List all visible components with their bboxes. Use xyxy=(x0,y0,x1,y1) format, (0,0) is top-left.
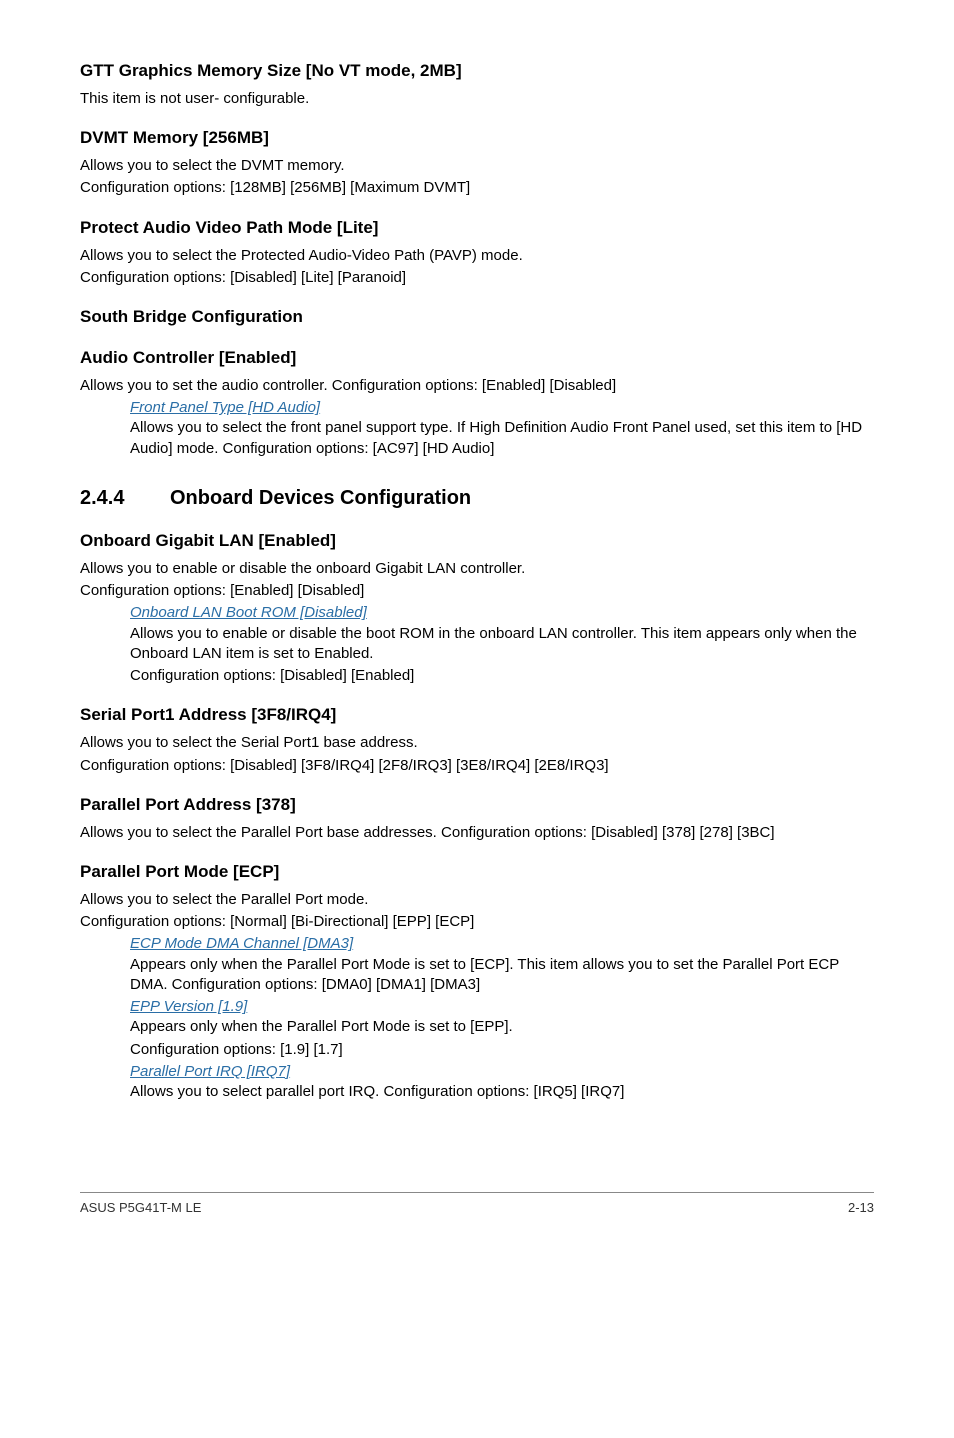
footer-left: ASUS P5G41T-M LE xyxy=(80,1199,201,1217)
text-pmode-l1: Allows you to select the Parallel Port m… xyxy=(80,890,874,910)
footer-right: 2-13 xyxy=(848,1199,874,1217)
subtitle-lan-boot-rom: Onboard LAN Boot ROM [Disabled] xyxy=(130,603,874,623)
text-audio-l1: Allows you to set the audio controller. … xyxy=(80,376,874,396)
text-lan-boot-l1: Allows you to enable or disable the boot… xyxy=(130,624,874,665)
sub-front-panel: Front Panel Type [HD Audio] Allows you t… xyxy=(80,398,874,459)
heading-dvmt: DVMT Memory [256MB] xyxy=(80,127,874,150)
heading-parallel-mode: Parallel Port Mode [ECP] xyxy=(80,861,874,884)
section-title: Onboard Devices Configuration xyxy=(170,485,471,512)
text-ecp-dma: Appears only when the Parallel Port Mode… xyxy=(130,955,874,996)
text-lan-l1: Allows you to enable or disable the onbo… xyxy=(80,559,874,579)
page-footer: ASUS P5G41T-M LE 2-13 xyxy=(80,1192,874,1217)
heading-pavp: Protect Audio Video Path Mode [Lite] xyxy=(80,217,874,240)
text-pavp-l1: Allows you to select the Protected Audio… xyxy=(80,246,874,266)
text-gtt-desc: This item is not user- configurable. xyxy=(80,89,874,109)
text-dvmt-l1: Allows you to select the DVMT memory. xyxy=(80,156,874,176)
section-number: 2.4.4 xyxy=(80,485,170,512)
text-parallel-irq: Allows you to select parallel port IRQ. … xyxy=(130,1082,874,1102)
subtitle-parallel-irq: Parallel Port IRQ [IRQ7] xyxy=(130,1062,874,1082)
text-parallel-addr: Allows you to select the Parallel Port b… xyxy=(80,823,874,843)
text-lan-boot-l2: Configuration options: [Disabled] [Enabl… xyxy=(130,666,874,686)
subtitle-epp-version: EPP Version [1.9] xyxy=(130,997,874,1017)
text-serial-l2: Configuration options: [Disabled] [3F8/I… xyxy=(80,756,874,776)
text-pmode-l2: Configuration options: [Normal] [Bi-Dire… xyxy=(80,912,874,932)
sub-lan-boot-rom: Onboard LAN Boot ROM [Disabled] Allows y… xyxy=(80,603,874,686)
text-lan-l2: Configuration options: [Enabled] [Disabl… xyxy=(80,581,874,601)
heading-south-bridge: South Bridge Configuration xyxy=(80,306,874,329)
heading-gtt: GTT Graphics Memory Size [No VT mode, 2M… xyxy=(80,60,874,83)
text-epp-l2: Configuration options: [1.9] [1.7] xyxy=(130,1040,874,1060)
heading-audio-controller: Audio Controller [Enabled] xyxy=(80,347,874,370)
sub-ecp-dma: ECP Mode DMA Channel [DMA3] Appears only… xyxy=(80,934,874,1102)
heading-gigabit-lan: Onboard Gigabit LAN [Enabled] xyxy=(80,530,874,553)
text-dvmt-l2: Configuration options: [128MB] [256MB] [… xyxy=(80,178,874,198)
heading-serial-port: Serial Port1 Address [3F8/IRQ4] xyxy=(80,704,874,727)
text-pavp-l2: Configuration options: [Disabled] [Lite]… xyxy=(80,268,874,288)
heading-parallel-address: Parallel Port Address [378] xyxy=(80,794,874,817)
section-number-row: 2.4.4 Onboard Devices Configuration xyxy=(80,485,874,512)
text-front-panel: Allows you to select the front panel sup… xyxy=(130,418,874,459)
text-serial-l1: Allows you to select the Serial Port1 ba… xyxy=(80,733,874,753)
subtitle-ecp-dma: ECP Mode DMA Channel [DMA3] xyxy=(130,934,874,954)
text-epp-l1: Appears only when the Parallel Port Mode… xyxy=(130,1017,874,1037)
subtitle-front-panel: Front Panel Type [HD Audio] xyxy=(130,398,874,418)
